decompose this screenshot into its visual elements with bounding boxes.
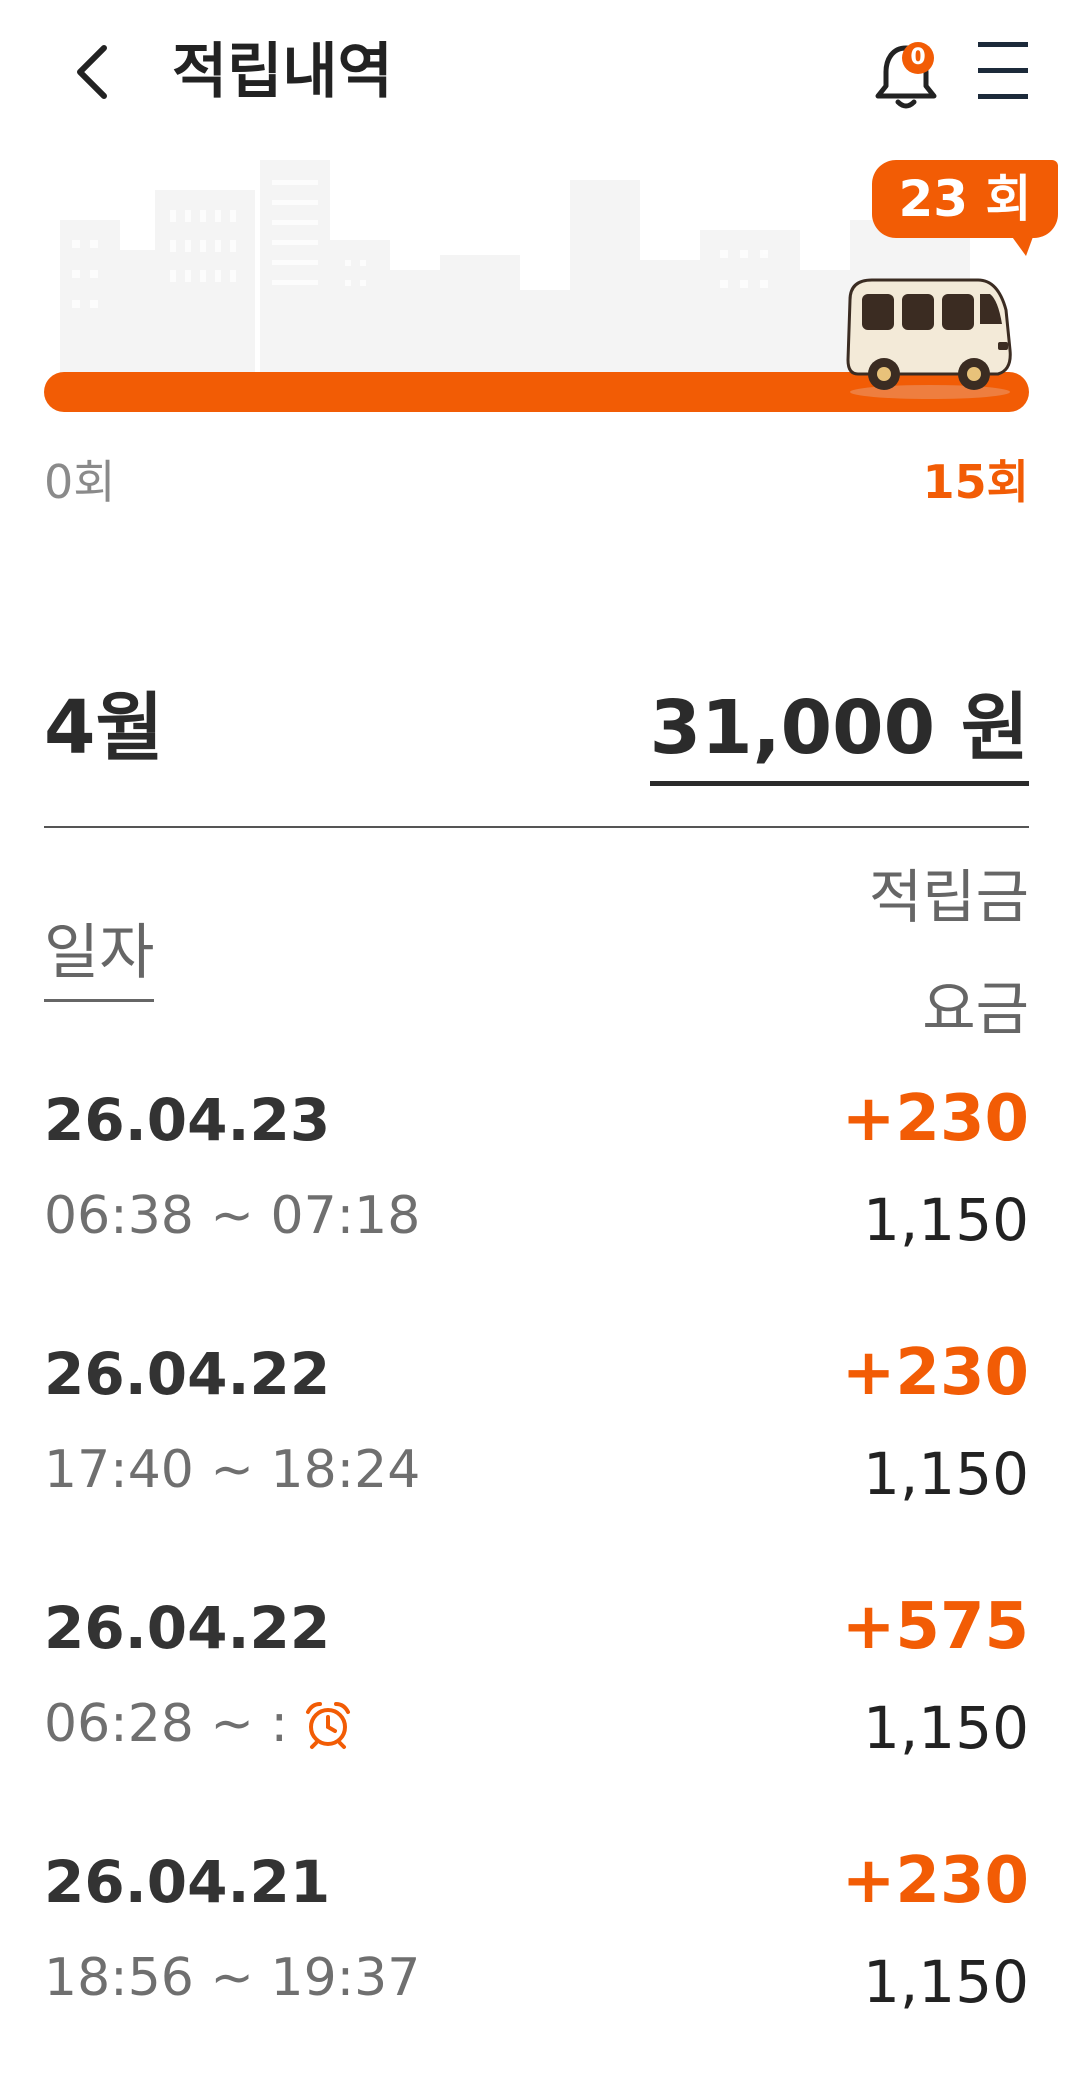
row-date: 26.04.22 xyxy=(44,1594,331,1662)
history-row[interactable]: 26.04.21 18:56 ~ 19:37 +230 1,150 xyxy=(0,1838,1075,2092)
history-row[interactable]: 26.04.22 17:40 ~ 18:24 +230 1,150 xyxy=(0,1330,1075,1584)
row-fare: 1,150 xyxy=(862,1948,1029,2016)
ride-count-bubble: 23 회 xyxy=(872,160,1058,238)
row-points: +230 xyxy=(841,1082,1029,1156)
hamburger-menu-icon xyxy=(978,42,1028,47)
row-time: 06:38 ~ 07:18 xyxy=(44,1186,421,1246)
row-points: +575 xyxy=(841,1590,1029,1664)
history-row[interactable]: 26.04.23 06:38 ~ 07:18 +230 1,150 xyxy=(0,1076,1075,1330)
row-date: 26.04.22 xyxy=(44,1340,331,1408)
column-header-date[interactable]: 일자 xyxy=(44,904,155,1002)
app-header: 적립내역 0 xyxy=(0,0,1075,150)
row-points: +230 xyxy=(841,1844,1029,1918)
notification-badge: 0 xyxy=(902,42,934,74)
row-fare: 1,150 xyxy=(862,1186,1029,1254)
row-points: +230 xyxy=(841,1336,1029,1410)
back-button[interactable] xyxy=(58,36,130,108)
chevron-left-icon xyxy=(77,45,107,99)
progress-scale-max: 15회 xyxy=(922,455,1029,509)
row-fare: 1,150 xyxy=(862,1694,1029,1762)
alarm-clock-icon xyxy=(306,1702,351,1749)
row-date: 26.04.23 xyxy=(44,1086,331,1154)
history-list: 26.04.23 06:38 ~ 07:18 +230 1,150 26.04.… xyxy=(0,1076,1075,2092)
column-header-fare: 요금 xyxy=(922,975,1029,1043)
column-header-points: 적립금 xyxy=(868,863,1029,931)
ride-progress: 23 회 0회 15회 xyxy=(0,150,1075,530)
row-time: 06:28 ~ : xyxy=(44,1694,354,1754)
month-label[interactable]: 4월 xyxy=(44,668,164,775)
history-row[interactable]: 26.04.22 06:28 ~ : +575 1,150 xyxy=(0,1584,1075,1838)
page-title: 적립내역 xyxy=(172,37,393,107)
row-time: 17:40 ~ 18:24 xyxy=(44,1440,421,1500)
menu-button[interactable] xyxy=(974,38,1034,108)
row-fare: 1,150 xyxy=(862,1440,1029,1508)
month-total-amount[interactable]: 31,000 원 xyxy=(649,668,1029,786)
divider xyxy=(44,826,1029,828)
row-date: 26.04.21 xyxy=(44,1848,331,1916)
row-time: 18:56 ~ 19:37 xyxy=(44,1948,421,2008)
progress-scale-min: 0회 xyxy=(44,455,116,509)
bus-icon xyxy=(846,278,1012,399)
